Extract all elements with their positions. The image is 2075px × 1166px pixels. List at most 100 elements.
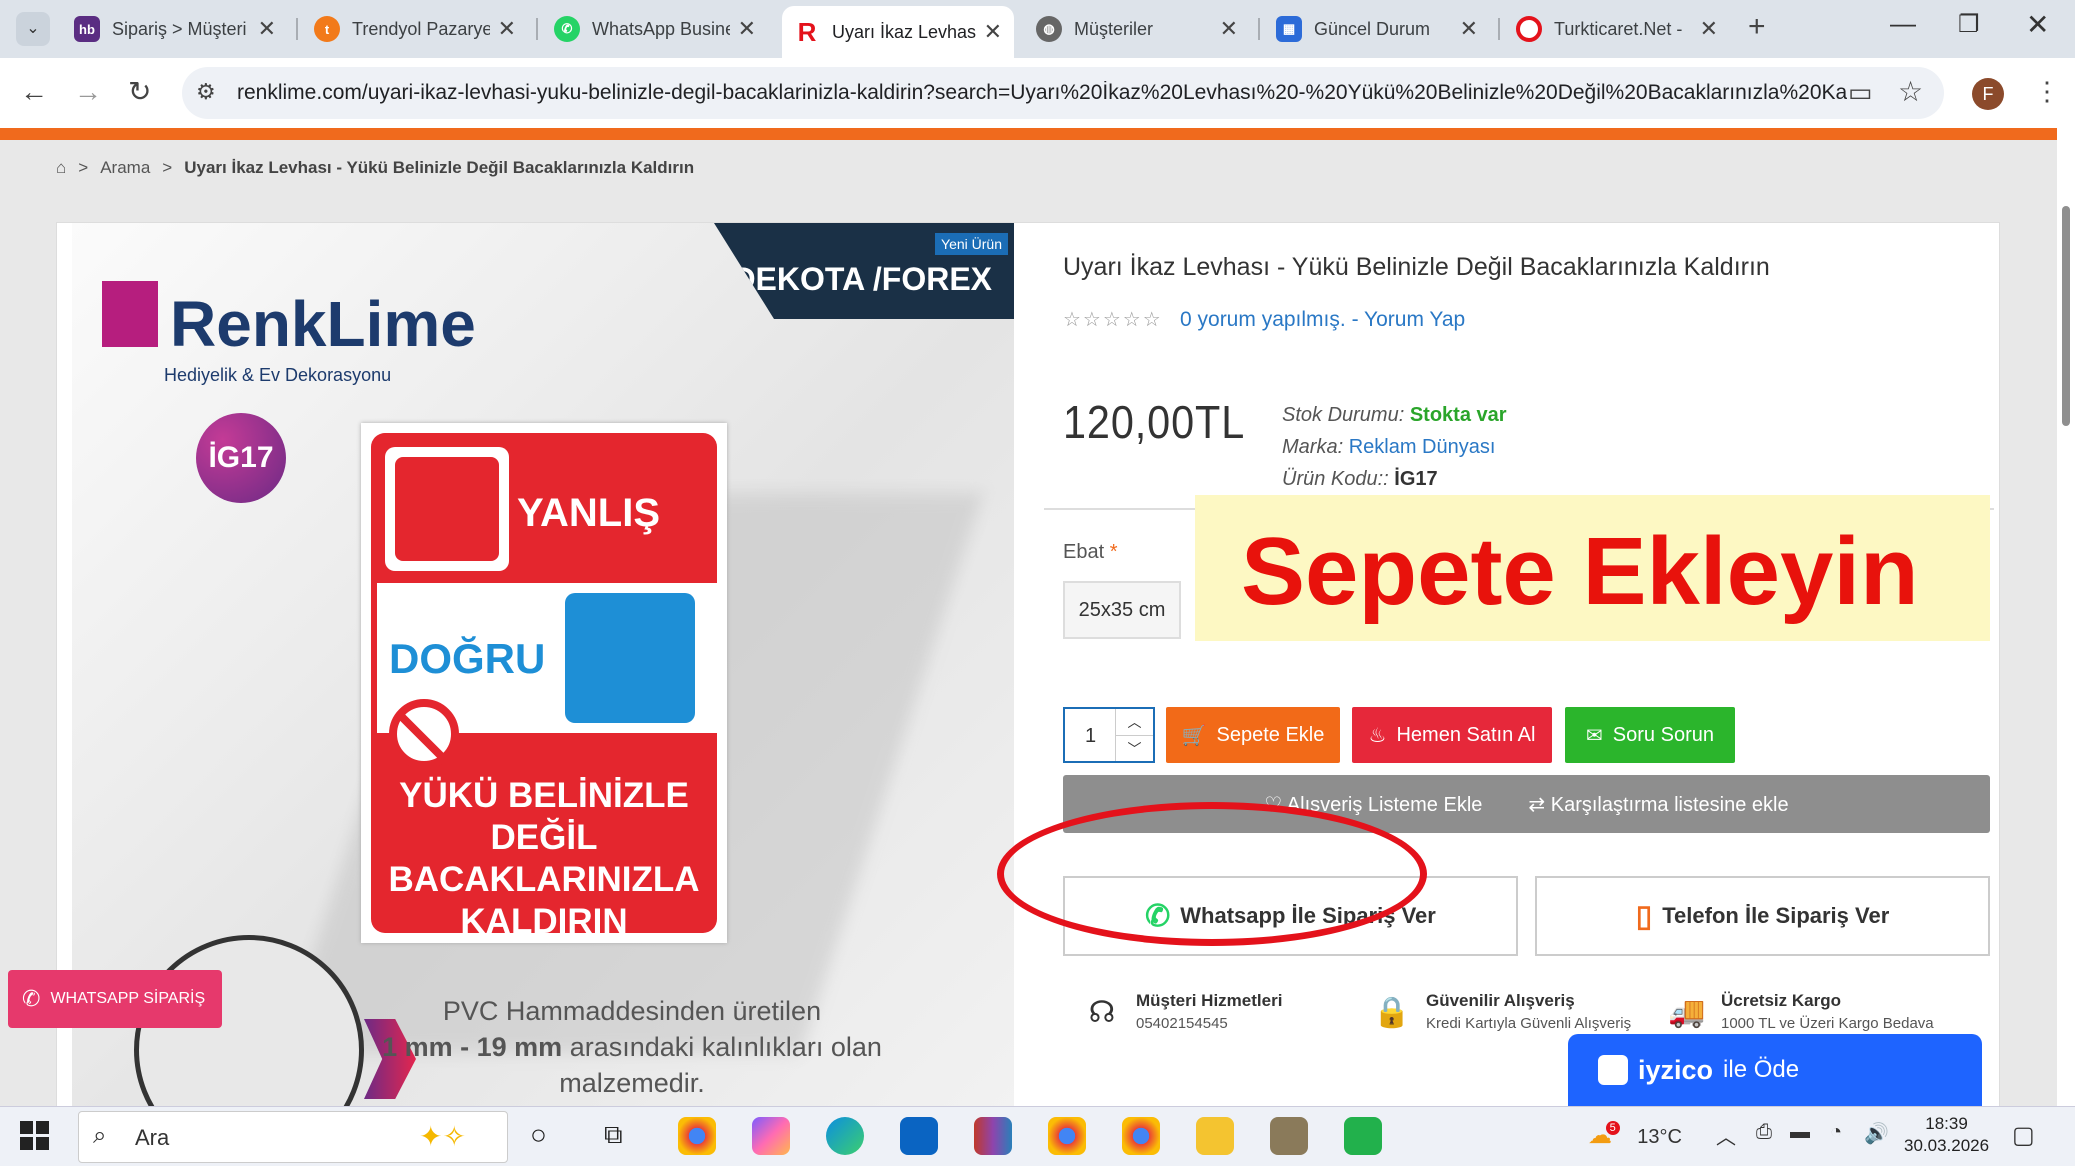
chrome-profile-d-icon[interactable] bbox=[1122, 1117, 1160, 1155]
annotation-banner: Sepete Ekleyin bbox=[1195, 495, 1990, 641]
tray-chevron-icon[interactable]: ︿ bbox=[1716, 1121, 1736, 1150]
tab-title: Güncel Durum bbox=[1314, 18, 1431, 39]
url-text[interactable]: renklime.com/uyari-ikaz-levhasi-yuku-bel… bbox=[237, 81, 1847, 105]
outlook-icon[interactable] bbox=[900, 1117, 938, 1155]
chrome-profile-icon[interactable] bbox=[1048, 1117, 1086, 1155]
app-icon[interactable] bbox=[1270, 1117, 1308, 1155]
product-price: 120,00TL bbox=[1063, 396, 1246, 448]
close-icon[interactable]: ✕ bbox=[258, 16, 276, 42]
tab-siparis[interactable]: hb Sipariş > Müşteri ✕ bbox=[62, 8, 288, 50]
chrome-icon[interactable] bbox=[678, 1117, 716, 1155]
close-icon[interactable]: ✕ bbox=[498, 16, 516, 42]
iyzico-pay-button[interactable]: iyzico ile Öde bbox=[1568, 1034, 1982, 1106]
windows-start-icon[interactable] bbox=[20, 1121, 50, 1151]
back-icon[interactable]: ← bbox=[20, 72, 48, 112]
address-bar[interactable]: ⚙ renklime.com/uyari-ikaz-levhasi-yuku-b… bbox=[182, 67, 1944, 119]
page-scrollbar[interactable] bbox=[2057, 128, 2075, 1106]
close-icon[interactable]: ✕ bbox=[984, 19, 1002, 45]
cortana-icon[interactable]: ○ bbox=[530, 1119, 547, 1151]
whatsapp-icon: ✆ bbox=[22, 986, 41, 1011]
copilot-icon[interactable] bbox=[752, 1117, 790, 1155]
task-view-icon[interactable]: ⧉ bbox=[604, 1119, 623, 1151]
taskbar-search[interactable]: ⌕ Ara ✦✧ bbox=[78, 1111, 508, 1163]
new-tab-icon[interactable]: + bbox=[1748, 10, 1766, 44]
volume-icon[interactable]: 🔊 bbox=[1864, 1121, 1889, 1146]
menu-icon[interactable]: ⋮ bbox=[2034, 76, 2060, 107]
winrar-icon[interactable] bbox=[974, 1117, 1012, 1155]
warning-sign: YANLIŞ DOĞRU YÜKÜ BELİNİZLE DEĞİL BACAKL… bbox=[361, 423, 727, 943]
site-header-strip bbox=[0, 128, 2057, 140]
chevron-up-icon[interactable]: ︿ bbox=[1116, 709, 1153, 735]
edge-icon[interactable] bbox=[826, 1117, 864, 1155]
page-content: ⌂ > Arama > Uyarı İkaz Levhası - Yükü Be… bbox=[0, 140, 2057, 1106]
prohibited-icon bbox=[389, 699, 459, 769]
gift-icon bbox=[102, 281, 158, 347]
feature-customer-service: ☊ Müşteri Hizmetleri 05402154545 bbox=[1080, 991, 1283, 1035]
tab-turkticaret[interactable]: Turkticaret.Net - ✕ bbox=[1504, 8, 1730, 50]
brand-link[interactable]: Reklam Dünyası bbox=[1349, 436, 1496, 458]
feature-secure-shopping: 🔒 Güvenilir Alışveriş Kredi Kartıyla Güve… bbox=[1370, 991, 1631, 1035]
wifi-icon[interactable]: ◔ bbox=[1830, 1121, 1842, 1144]
close-icon[interactable]: ✕ bbox=[1220, 16, 1238, 42]
globe-icon: ◍ bbox=[1036, 16, 1062, 42]
renklime-r-icon: R bbox=[794, 17, 820, 47]
lock-icon: 🔒 bbox=[1373, 996, 1411, 1029]
truck-icon: 🚚 bbox=[1668, 996, 1706, 1029]
phone-order-button[interactable]: ▯ Telefon İle Sipariş Ver bbox=[1535, 876, 1990, 956]
tab-uyari-ikaz[interactable]: R Uyarı İkaz Levhası ✕ bbox=[782, 6, 1014, 58]
size-option[interactable]: 25x35 cm bbox=[1063, 581, 1181, 639]
buy-now-button[interactable]: ♨ Hemen Satın Al bbox=[1352, 707, 1552, 763]
forward-icon[interactable]: → bbox=[74, 72, 102, 112]
reload-icon[interactable]: ↻ bbox=[128, 72, 151, 112]
close-icon[interactable]: ✕ bbox=[1700, 16, 1718, 42]
battery-icon[interactable]: ▬ bbox=[1790, 1121, 1810, 1144]
notifications-icon[interactable]: ▢ bbox=[2012, 1121, 2035, 1150]
phone-icon: ▯ bbox=[1635, 899, 1653, 933]
breadcrumb-item[interactable]: Arama bbox=[100, 158, 150, 178]
mail-icon: ✉ bbox=[1586, 724, 1603, 747]
site-settings-icon[interactable]: ⚙ bbox=[196, 79, 216, 105]
tab-whatsapp[interactable]: ✆ WhatsApp Business ✕ bbox=[542, 8, 768, 50]
quantity-stepper[interactable]: 1 ︿ ﹀ bbox=[1063, 707, 1155, 763]
rating-stars[interactable]: ☆☆☆☆☆ bbox=[1063, 307, 1163, 332]
chevron-down-icon[interactable]: ﹀ bbox=[1116, 735, 1153, 761]
profile-avatar[interactable]: F bbox=[1972, 78, 2004, 110]
add-compare-button[interactable]: ⇄ Karşılaştırma listesine ekle bbox=[1528, 792, 1788, 817]
tab-title: WhatsApp Business bbox=[592, 18, 730, 39]
meet-icon[interactable]: ⎙ bbox=[1756, 1121, 1772, 1144]
tab-search-button[interactable]: ⌄ bbox=[16, 12, 50, 46]
close-icon[interactable]: ✕ bbox=[738, 16, 756, 42]
scrollbar-thumb[interactable] bbox=[2062, 206, 2070, 426]
card-icon[interactable]: ▭ bbox=[1848, 77, 1873, 108]
quantity-value[interactable]: 1 bbox=[1085, 725, 1096, 748]
ask-question-button[interactable]: ✉ Soru Sorun bbox=[1565, 707, 1735, 763]
product-info: Uyarı İkaz Levhası - Yükü Belinizle Deği… bbox=[1044, 223, 1994, 1106]
compare-icon: ⇄ bbox=[1528, 793, 1546, 816]
whatsapp-order-float[interactable]: ✆ WHATSAPP SİPARİŞ bbox=[8, 970, 222, 1028]
file-explorer-icon[interactable] bbox=[1196, 1117, 1234, 1155]
breadcrumb: ⌂ > Arama > Uyarı İkaz Levhası - Yükü Be… bbox=[56, 158, 695, 178]
green-app-icon[interactable] bbox=[1344, 1117, 1382, 1155]
minimize-icon[interactable]: — bbox=[1890, 8, 1916, 39]
home-icon[interactable]: ⌂ bbox=[56, 158, 66, 178]
tab-musteriler[interactable]: ◍ Müşteriler ✕ bbox=[1024, 8, 1250, 50]
bookmark-star-icon[interactable]: ☆ bbox=[1898, 75, 1923, 108]
restore-icon[interactable]: ❐ bbox=[1958, 10, 1980, 39]
tab-guncel-durum[interactable]: ▦ Güncel Durum ✕ bbox=[1264, 8, 1490, 50]
whatsapp-icon: ✆ bbox=[554, 16, 580, 42]
window-close-icon[interactable]: ✕ bbox=[2026, 8, 2049, 41]
iyzico-icon bbox=[1598, 1055, 1628, 1085]
search-icon: ⌕ bbox=[93, 1122, 107, 1149]
tab-title: Turkticaret.Net - bbox=[1554, 18, 1683, 39]
reviews-link: 0 yorum yapılmış. - Yorum Yap bbox=[1180, 308, 1466, 331]
tab-trendyol[interactable]: t Trendyol Pazaryeri ✕ bbox=[302, 8, 528, 50]
annotation-circle bbox=[997, 802, 1427, 946]
taskbar-clock[interactable]: 18:39 30.03.2026 bbox=[1904, 1113, 1989, 1157]
weather-widget[interactable]: ☁ 5 13°C bbox=[1588, 1121, 1682, 1150]
write-review-link[interactable]: Yorum Yap bbox=[1364, 308, 1465, 331]
material-description: PVC Hammaddesinden üretilen 1 mm - 19 mm… bbox=[382, 996, 882, 1098]
close-icon[interactable]: ✕ bbox=[1460, 16, 1478, 42]
headset-icon: ☊ bbox=[1088, 996, 1116, 1029]
add-to-cart-button[interactable]: 🛒 Sepete Ekle bbox=[1166, 707, 1340, 763]
product-code-badge: İG17 bbox=[196, 413, 286, 503]
